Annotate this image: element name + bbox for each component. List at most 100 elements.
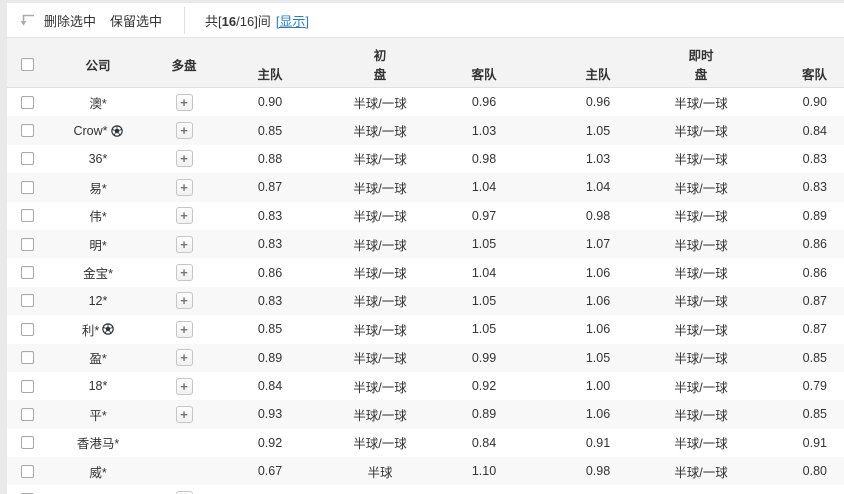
col-header-live-away: 客队 xyxy=(735,38,844,91)
live-away-odds: 0.87 xyxy=(735,294,844,308)
table-row: 36* + 0.88 半球/一球 0.98 1.03 半球/一球 0.83 xyxy=(7,145,844,173)
row-checkbox[interactable] xyxy=(21,351,34,364)
expand-multi-odds-button[interactable]: + xyxy=(176,150,193,167)
initial-handicap: 半球/一球 xyxy=(321,377,439,396)
live-home-odds: 1.06 xyxy=(529,294,667,308)
soccer-ball-icon xyxy=(102,323,114,335)
row-checkbox[interactable] xyxy=(21,152,34,165)
select-all-checkbox[interactable] xyxy=(21,58,34,71)
live-home-odds: 1.04 xyxy=(529,180,667,194)
bookmaker-count: 共[16/16]间 xyxy=(205,11,271,30)
expand-multi-odds-button[interactable]: + xyxy=(176,264,193,281)
row-checkbox[interactable] xyxy=(21,266,34,279)
initial-handicap-label: 盘 xyxy=(374,64,387,83)
live-group-label: 即时 xyxy=(688,45,713,64)
expand-multi-odds-button[interactable]: + xyxy=(176,378,193,395)
live-handicap: 半球/一球 xyxy=(667,93,735,112)
table-body: 澳* + 0.90 半球/一球 0.96 0.96 半球/一球 0.90 Cro… xyxy=(7,88,844,494)
toolbar-divider xyxy=(184,7,185,34)
expand-multi-odds-button[interactable]: + xyxy=(176,321,193,338)
live-handicap: 半球/一球 xyxy=(667,433,735,452)
row-checkbox[interactable] xyxy=(21,181,34,194)
live-handicap: 半球/一球 xyxy=(667,405,735,424)
col-header-initial-handicap: 初 盘 xyxy=(321,38,439,91)
live-away-odds: 0.83 xyxy=(735,180,844,194)
live-handicap: 半球/一球 xyxy=(667,206,735,225)
corner-arrow-icon xyxy=(18,13,35,28)
initial-handicap: 半球/一球 xyxy=(321,348,439,367)
live-handicap: 半球/一球 xyxy=(667,178,735,197)
delete-selected-button[interactable]: 删除选中 xyxy=(44,11,96,30)
initial-home-odds: 0.85 xyxy=(219,124,321,138)
company-name: Crow* xyxy=(73,124,107,138)
expand-multi-odds-button[interactable]: + xyxy=(176,179,193,196)
initial-away-odds: 1.04 xyxy=(439,180,529,194)
row-checkbox[interactable] xyxy=(21,323,34,336)
live-handicap: 半球/一球 xyxy=(667,291,735,310)
col-header-live-home: 主队 xyxy=(529,38,667,91)
initial-away-odds: 1.05 xyxy=(439,322,529,336)
initial-home-odds: 0.88 xyxy=(219,152,321,166)
show-link[interactable]: [显示] xyxy=(276,11,309,30)
live-home-odds: 1.03 xyxy=(529,152,667,166)
table-row: Crow* + 0.85 半球/一球 1.03 1.05 半球/一球 0.84 xyxy=(7,116,844,144)
row-checkbox[interactable] xyxy=(21,465,34,478)
live-home-odds: 1.06 xyxy=(529,322,667,336)
expand-multi-odds-button[interactable]: + xyxy=(176,406,193,423)
initial-handicap: 半球/一球 xyxy=(321,235,439,254)
initial-home-odds: 0.87 xyxy=(219,180,321,194)
live-handicap: 半球/一球 xyxy=(667,263,735,282)
row-checkbox[interactable] xyxy=(21,124,34,137)
table-row: 12* + 0.83 半球/一球 1.05 1.06 半球/一球 0.87 xyxy=(7,287,844,315)
initial-home-odds: 0.84 xyxy=(219,379,321,393)
initial-home-odds: 0.89 xyxy=(219,351,321,365)
initial-away-odds: 0.97 xyxy=(439,209,529,223)
row-checkbox[interactable] xyxy=(21,238,34,251)
table-row: + xyxy=(7,485,844,494)
live-away-odds: 0.89 xyxy=(735,209,844,223)
row-checkbox[interactable] xyxy=(21,96,34,109)
expand-multi-odds-button[interactable]: + xyxy=(176,292,193,309)
live-away-odds: 0.90 xyxy=(735,95,844,109)
table-row: 利* + 0.85 半球/一球 1.05 1.06 半球/一球 0.87 xyxy=(7,315,844,343)
initial-handicap: 半球 xyxy=(321,462,439,481)
col-header-live-handicap: 即时 盘 xyxy=(667,38,735,91)
initial-handicap: 半球/一球 xyxy=(321,320,439,339)
initial-handicap: 半球/一球 xyxy=(321,93,439,112)
row-checkbox[interactable] xyxy=(21,294,34,307)
keep-selected-button[interactable]: 保留选中 xyxy=(110,11,162,30)
initial-home-odds: 0.92 xyxy=(219,436,321,450)
initial-handicap: 半球/一球 xyxy=(321,405,439,424)
row-checkbox[interactable] xyxy=(21,408,34,421)
initial-home-odds: 0.83 xyxy=(219,209,321,223)
live-home-odds: 0.96 xyxy=(529,95,667,109)
company-name: 伟* xyxy=(89,206,106,225)
live-home-odds: 1.05 xyxy=(529,124,667,138)
table-row: 盈* + 0.89 半球/一球 0.99 1.05 半球/一球 0.85 xyxy=(7,344,844,372)
company-name: 平* xyxy=(89,405,106,424)
initial-group-label: 初 xyxy=(374,45,387,64)
initial-home-odds: 0.86 xyxy=(219,266,321,280)
table-row: 明* + 0.83 半球/一球 1.05 1.07 半球/一球 0.86 xyxy=(7,230,844,258)
expand-multi-odds-button[interactable]: + xyxy=(176,349,193,366)
row-checkbox[interactable] xyxy=(21,380,34,393)
initial-away-odds: 0.99 xyxy=(439,351,529,365)
live-handicap-label: 盘 xyxy=(695,64,708,83)
expand-multi-odds-button[interactable]: + xyxy=(176,236,193,253)
expand-multi-odds-button[interactable]: + xyxy=(176,122,193,139)
initial-home-odds: 0.83 xyxy=(219,294,321,308)
company-name: 利* xyxy=(82,320,99,339)
live-away-odds: 0.80 xyxy=(735,464,844,478)
expand-multi-odds-button[interactable]: + xyxy=(176,94,193,111)
initial-away-odds: 0.98 xyxy=(439,152,529,166)
initial-handicap: 半球/一球 xyxy=(321,433,439,452)
expand-multi-odds-button[interactable]: + xyxy=(176,207,193,224)
live-home-odds: 1.07 xyxy=(529,237,667,251)
table-row: 澳* + 0.90 半球/一球 0.96 0.96 半球/一球 0.90 xyxy=(7,88,844,116)
live-away-odds: 0.84 xyxy=(735,124,844,138)
live-home-odds: 1.06 xyxy=(529,407,667,421)
row-checkbox[interactable] xyxy=(21,209,34,222)
live-handicap: 半球/一球 xyxy=(667,462,735,481)
row-checkbox[interactable] xyxy=(21,436,34,449)
table-row: 金宝* + 0.86 半球/一球 1.04 1.06 半球/一球 0.86 xyxy=(7,258,844,286)
